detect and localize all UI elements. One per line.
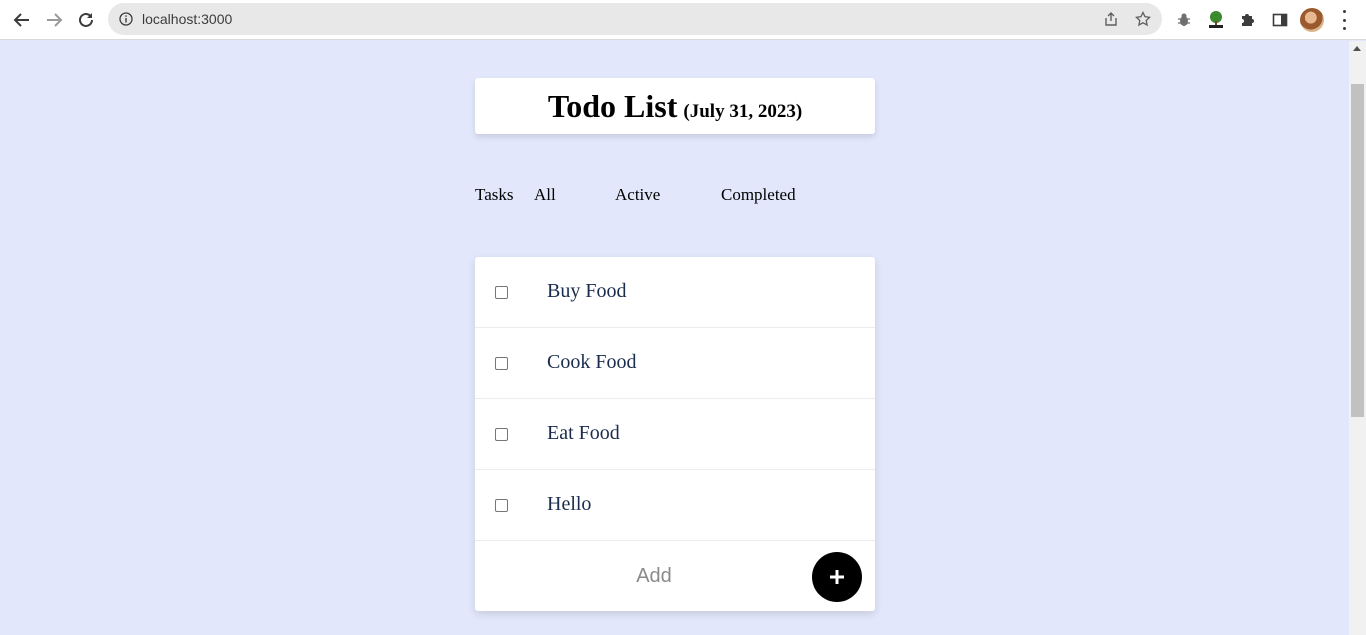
header-card: Todo List (July 31, 2023) [475,78,875,134]
list-item: Cook Food [475,328,875,399]
puzzle-icon[interactable] [1236,8,1260,32]
todo-checkbox[interactable] [495,499,508,512]
back-button[interactable] [10,8,34,32]
page-scrollbar[interactable] [1349,41,1366,635]
share-icon[interactable] [1103,11,1119,32]
reload-icon [79,12,93,27]
plus-icon [830,570,844,584]
arrow-left-icon [13,13,29,27]
title-text: Todo List [547,87,678,124]
info-icon[interactable] [119,12,133,31]
bug-extension-icon[interactable] [1172,8,1196,32]
list-item: Eat Food [475,399,875,470]
filter-active[interactable]: Active [615,185,660,205]
page-title: Todo List (July 31, 2023) [548,88,802,125]
list-item: Buy Food [475,257,875,328]
todo-checkbox[interactable] [495,286,508,299]
tasks-label: Tasks [475,185,514,204]
filter-completed[interactable]: Completed [721,185,796,205]
todo-label: Hello [547,493,592,515]
scroll-thumb[interactable] [1351,84,1364,417]
scroll-up-arrow-icon[interactable] [1353,46,1361,51]
side-panel-icon[interactable] [1268,8,1292,32]
todo-label: Cook Food [547,351,637,373]
reload-button[interactable] [74,8,98,32]
browser-toolbar: localhost:3000 [0,0,1366,40]
todo-checkbox[interactable] [495,428,508,441]
todo-list: Buy Food Cook Food Eat Food Hello [475,257,875,611]
arrow-right-icon [47,13,63,27]
todo-label: Buy Food [547,280,627,302]
tree-extension-icon[interactable] [1204,8,1228,32]
add-todo-input[interactable] [585,549,723,603]
add-todo-button[interactable] [812,552,862,602]
filter-all[interactable]: All [534,185,556,205]
url-text: localhost:3000 [142,11,233,27]
add-todo-row [475,541,875,611]
avatar[interactable] [1300,8,1324,32]
address-bar[interactable]: localhost:3000 [108,3,1162,35]
star-icon[interactable] [1134,10,1152,32]
forward-button[interactable] [42,8,66,32]
list-item: Hello [475,470,875,541]
todo-label: Eat Food [547,422,620,444]
kebab-menu-icon[interactable] [1338,10,1350,30]
todo-checkbox[interactable] [495,357,508,370]
date-text: (July 31, 2023) [683,100,803,122]
